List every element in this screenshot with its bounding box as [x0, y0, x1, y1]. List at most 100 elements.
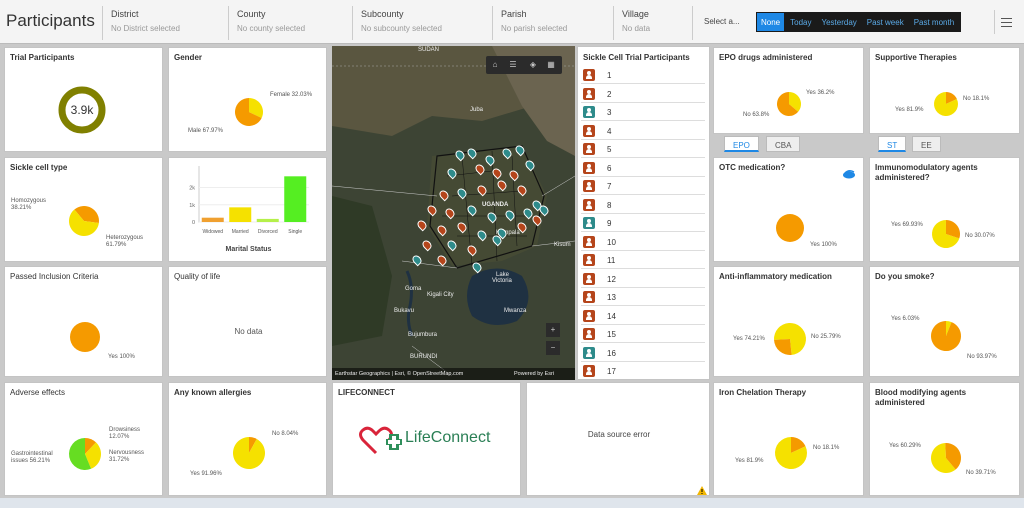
person-icon: [583, 143, 595, 155]
home-icon[interactable]: ⌂: [488, 58, 502, 72]
list-item[interactable]: 14: [581, 308, 705, 325]
pie-slice[interactable]: [233, 437, 265, 469]
card-title: Anti-inflammatory medication: [719, 272, 832, 281]
pie-label-no: No 25.79%: [811, 334, 841, 340]
filter-label: Parish: [501, 9, 527, 19]
participants-map[interactable]: SUDAN Juba UGANDA Kampala Kisum Lake Vic…: [332, 46, 575, 380]
pie-label-nervousness: Nervousness 31.72%: [109, 450, 145, 463]
pie-slice[interactable]: [931, 321, 961, 351]
pie-label-yes: Yes 100%: [810, 242, 837, 248]
filter-label: Subcounty: [361, 9, 404, 19]
list-item[interactable]: 4: [581, 123, 705, 140]
tab-ee[interactable]: EE: [912, 136, 941, 152]
pie-label-no: No 18.1%: [813, 445, 840, 451]
filter-value: No parish selected: [501, 24, 568, 33]
filter-value: No county selected: [237, 24, 306, 33]
person-icon: [583, 272, 595, 285]
list-item[interactable]: 9: [581, 215, 705, 232]
x-tick-label: Married: [232, 229, 249, 235]
list-item-number: 12: [607, 274, 616, 284]
card-title: Any known allergies: [174, 388, 252, 397]
person-icon: [583, 124, 595, 137]
zoom-in-button[interactable]: +: [546, 323, 560, 337]
list-item[interactable]: 12: [581, 271, 705, 288]
list-item[interactable]: 17: [581, 363, 705, 379]
card-iron-chelation: Iron Chelation Therapy No 18.1% Yes 81.9…: [713, 382, 864, 496]
otc-pie: [776, 214, 804, 242]
map-label: Kigali City: [427, 292, 454, 298]
list-icon[interactable]: ☰: [506, 58, 520, 72]
allergy-pie: [233, 437, 265, 469]
card-inclusion-criteria: Passed Inclusion Criteria Yes 100%: [4, 266, 163, 377]
tab-cba[interactable]: CBA: [766, 136, 801, 152]
card-title: Gender: [174, 53, 203, 62]
list-item[interactable]: 13: [581, 289, 705, 306]
immunomodulatory-pie: [932, 220, 960, 248]
time-filter-buttons: None Today Yesterday Past week Past mont…: [756, 12, 962, 32]
bar-divorced[interactable]: [256, 218, 279, 222]
person-icon: [583, 291, 595, 303]
list-item[interactable]: 16: [581, 345, 705, 362]
person-icon: [583, 217, 595, 229]
list-title: Sickle Cell Trial Participants: [583, 53, 690, 62]
time-button-none[interactable]: None: [757, 13, 785, 31]
list-item[interactable]: 1: [581, 67, 705, 84]
card-title: LIFECONNECT: [338, 388, 395, 397]
tab-epo[interactable]: EPO: [724, 136, 759, 152]
filter-value: No District selected: [111, 24, 180, 33]
card-title: Adverse effects: [10, 388, 65, 397]
map-label: BURUNDI: [410, 354, 438, 360]
time-button-today[interactable]: Today: [786, 13, 815, 31]
time-button-yesterday[interactable]: Yesterday: [817, 13, 860, 31]
smoking-pie: [931, 321, 961, 351]
participants-count: 3.9k: [70, 103, 94, 117]
bar-single[interactable]: [284, 176, 307, 222]
bar-married[interactable]: [229, 207, 252, 222]
list-item[interactable]: 7: [581, 178, 705, 195]
filter-district[interactable]: District No District selected: [102, 6, 228, 40]
warning-icon: [697, 486, 707, 495]
error-message: Data source error: [587, 430, 651, 439]
filter-county[interactable]: County No county selected: [228, 6, 350, 40]
pie-label-drowsiness: Drowsiness 12.07%: [109, 427, 141, 440]
list-item[interactable]: 5: [581, 141, 705, 158]
list-item[interactable]: 3: [581, 104, 705, 121]
list-item-number: 13: [607, 293, 616, 302]
time-button-past-week[interactable]: Past week: [863, 13, 908, 31]
pie-label-yes: Yes 36.2%: [806, 90, 835, 96]
bar-widowed[interactable]: [201, 217, 224, 222]
card-quality-of-life: Quality of life No data: [168, 266, 327, 377]
zoom-out-button[interactable]: −: [546, 341, 560, 355]
card-title: Sickle cell type: [10, 163, 68, 172]
hamburger-menu-icon[interactable]: [994, 10, 1016, 34]
basemap-gallery-icon[interactable]: ▦: [544, 58, 558, 72]
filter-subcounty[interactable]: Subcounty No subcounty selected: [352, 6, 492, 40]
list-item[interactable]: 2: [581, 86, 705, 103]
layers-icon[interactable]: ◈: [526, 58, 540, 72]
list-item[interactable]: 6: [581, 160, 705, 177]
anti-inflammatory-pie: [774, 323, 806, 355]
list-item[interactable]: 8: [581, 197, 705, 214]
card-allergies: Any known allergies No 8.04% Yes 91.96%: [168, 382, 327, 496]
card-title: Trial Participants: [10, 53, 75, 62]
list-item[interactable]: 15: [581, 326, 705, 343]
filter-parish[interactable]: Parish No parish selected: [492, 6, 612, 40]
pie-label-yes: Yes 100%: [108, 354, 135, 360]
filter-village[interactable]: Village No data: [613, 6, 693, 40]
pie-label-no: No 39.71%: [966, 470, 996, 476]
supportive-pie: [934, 92, 958, 116]
pie-slice[interactable]: [774, 339, 792, 355]
list-item-number: 10: [607, 237, 616, 247]
x-tick-label: Single: [288, 229, 302, 235]
map-label: Bujumbura: [408, 332, 438, 338]
time-button-past-month[interactable]: Past month: [910, 13, 958, 31]
chart-title: Marital Status: [225, 246, 272, 253]
card-gender: Gender Female 32.03% Male 67.97%: [168, 47, 327, 152]
tab-st[interactable]: ST: [878, 136, 907, 152]
header-bar: Participants District No District select…: [0, 0, 1024, 44]
list-item[interactable]: 11: [581, 252, 705, 269]
pie-label-heterozygous: Heterozygous 61.79%: [106, 235, 144, 248]
list-item[interactable]: 10: [581, 234, 705, 251]
card-title: OTC medication?: [719, 163, 786, 172]
pie-label-yes: Yes 91.96%: [190, 471, 222, 477]
